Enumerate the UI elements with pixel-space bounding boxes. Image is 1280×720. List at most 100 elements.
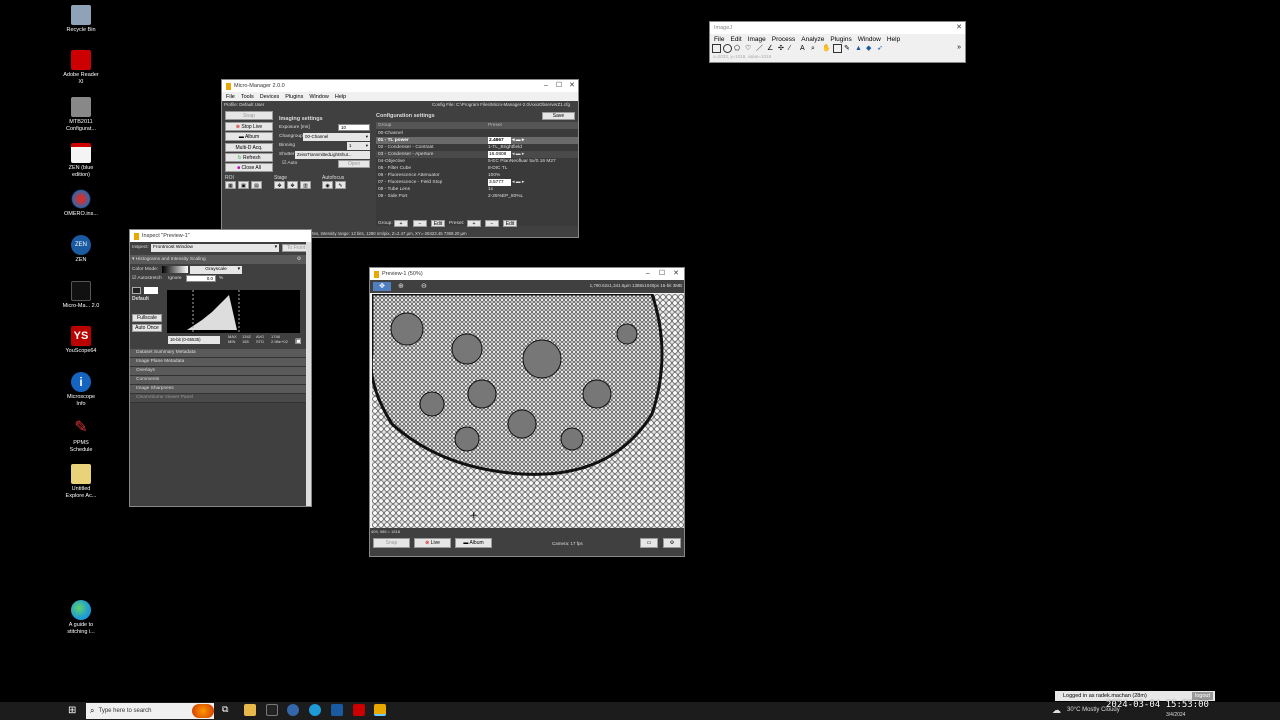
histogram-section-header[interactable]: ▾ Histograms and Intensity Scaling ⚙ — [130, 255, 306, 264]
zoom-in-icon[interactable]: ⊕ — [398, 282, 404, 290]
imagej-menu-file[interactable]: File — [714, 36, 724, 43]
section-image-plane-metadata[interactable]: Image Plane Metadata — [130, 358, 306, 367]
ignore-input[interactable] — [186, 275, 216, 282]
imagej-titlebar[interactable]: ImageJ ✕ — [710, 22, 965, 34]
imagej-menu-plugins[interactable]: Plugins — [830, 36, 851, 43]
config-row[interactable]: 00-Channel — [376, 130, 578, 137]
wand-tool-icon[interactable]: ⁄ — [789, 44, 798, 53]
group-edit-button[interactable]: Edit — [431, 220, 445, 227]
desktop-icon-edge-guide[interactable]: A guide to stitching i... — [62, 600, 100, 635]
bitdepth-select[interactable]: 16-bit (0-65535) — [168, 336, 220, 344]
zoom-out-icon[interactable]: ⊖ — [421, 282, 427, 290]
micromanager-task-icon[interactable] — [266, 704, 278, 716]
roi-set-icon[interactable]: ▦ — [225, 181, 236, 189]
config-row[interactable]: 05 - Filter Cube 8-DIC TL — [376, 165, 578, 172]
zen-task-icon[interactable] — [331, 704, 343, 716]
mm-menu-window[interactable]: Window — [309, 94, 329, 100]
mm-menu-help[interactable]: Help — [335, 94, 346, 100]
close-icon[interactable]: ✕ — [670, 268, 682, 280]
section-comments[interactable]: Comments — [130, 376, 306, 385]
gear-icon[interactable]: ⚙ — [297, 255, 301, 264]
edge-task-icon[interactable] — [309, 704, 321, 716]
preview-album-button[interactable]: ▬ Album — [455, 538, 492, 548]
point-tool-icon[interactable]: ✣ — [778, 44, 787, 53]
flood-fill-icon[interactable]: ◆ — [866, 44, 875, 53]
histogram-plot[interactable] — [167, 290, 300, 333]
text-tool-icon[interactable]: A — [800, 44, 809, 53]
config-row[interactable]: 01 - TL power 2.4667 ◂ ▬ ▸ — [376, 137, 578, 144]
desktop-icon-youscope[interactable]: YS YouScope64 — [62, 326, 100, 355]
desktop-icon-zen-blue[interactable]: ZEN (blue edition) — [62, 143, 100, 178]
maximize-icon[interactable]: ☐ — [656, 268, 668, 280]
imagej-menu-edit[interactable]: Edit — [730, 36, 741, 43]
desktop-icon-ppms[interactable]: ✎ PPMS Schedule — [62, 418, 100, 453]
auto-once-button[interactable]: Auto Once — [132, 324, 162, 332]
imagej-menu-image[interactable]: Image — [748, 36, 766, 43]
config-row[interactable]: 09 - Side Port 2-25%EP_80%L — [376, 193, 578, 200]
autofocus-settings-icon[interactable]: ✎ — [335, 181, 346, 189]
taskbar-search[interactable]: ⌕ Type here to search — [86, 703, 214, 719]
snap-button[interactable]: Snap — [225, 111, 273, 120]
config-row[interactable]: 03 - Condenser - Aperture 16.0808 ◂ ▬ ▸ — [376, 151, 578, 158]
dropper-tool-icon[interactable] — [833, 44, 842, 53]
more-tools-icon[interactable]: » — [957, 44, 961, 51]
stage-xy-icon[interactable]: ✥ — [287, 181, 298, 189]
maximize-icon[interactable]: ☐ — [553, 80, 565, 92]
inspect-select[interactable]: Frontmost Window ▾ — [151, 244, 279, 252]
inspect-titlebar[interactable]: Inspect "Preview-1" — [130, 230, 311, 242]
preview-image[interactable]: + — [372, 294, 684, 528]
config-row[interactable]: 02 - Condenser - Contrast 1-TL_Brightfiel… — [376, 144, 578, 151]
group-add-button[interactable]: + — [394, 220, 408, 227]
fit-to-window-icon[interactable]: ✥ — [373, 282, 391, 291]
file-explorer-icon[interactable] — [244, 704, 256, 716]
desktop-icon-micromanager[interactable]: Micro-Ma... 2.0 — [62, 281, 100, 310]
minimize-icon[interactable]: – — [540, 80, 552, 92]
scrollbar[interactable] — [306, 242, 311, 506]
section-overlays[interactable]: Overlays — [130, 367, 306, 376]
logout-button[interactable]: logout — [1192, 692, 1213, 700]
mm-menu-tools[interactable]: Tools — [241, 94, 254, 100]
preset-remove-button[interactable]: − — [485, 220, 499, 227]
save-image-icon[interactable]: ▭ — [640, 538, 658, 548]
preview-snap-button[interactable]: Snap — [373, 538, 410, 548]
stage-move-icon[interactable]: ✥ — [274, 181, 285, 189]
group-remove-button[interactable]: − — [413, 220, 427, 227]
changroup-select[interactable]: 00-Channel ▾ — [303, 133, 370, 141]
arrow-tool-icon[interactable]: ➶ — [877, 44, 886, 53]
preset-add-button[interactable]: + — [467, 220, 481, 227]
stage-list-icon[interactable]: ▥ — [300, 181, 311, 189]
imagej-menu-help[interactable]: Help — [887, 36, 900, 43]
imagej-menu-window[interactable]: Window — [858, 36, 881, 43]
album-button[interactable]: ▬ Album — [225, 132, 273, 141]
minimize-icon[interactable]: – — [642, 268, 654, 280]
roi-center-icon[interactable]: ▣ — [238, 181, 249, 189]
adobe-task-icon[interactable] — [353, 704, 365, 716]
close-all-button[interactable]: ■ Close All — [225, 163, 273, 172]
section-clearvolume[interactable]: ClearVolume Viewer Panel — [130, 394, 306, 403]
config-row[interactable]: 07 - Fluorescence - Field Stop 3.5777 ◂ ▬ … — [376, 179, 578, 186]
section-dataset-metadata[interactable]: Dataset Summary Metadata — [130, 349, 306, 358]
settings-icon[interactable]: ⚙ — [663, 538, 681, 548]
refresh-button[interactable]: ↻ Refresh — [225, 153, 273, 162]
rectangle-tool-icon[interactable] — [712, 44, 721, 53]
binning-select[interactable]: 1 ▾ — [347, 142, 370, 150]
line-tool-icon[interactable]: ／ — [756, 44, 765, 53]
desktop-icon-recycle-bin[interactable]: Recycle Bin — [62, 5, 100, 34]
channel-toggle[interactable] — [132, 287, 141, 294]
desktop-icon-mtb[interactable]: MTB2011 Configurat... — [62, 97, 100, 132]
autofocus-icon[interactable]: ◉ — [322, 181, 333, 189]
autostretch-checkbox[interactable]: ☑ Autostretch — [132, 276, 162, 281]
windows-start-icon[interactable]: ⊞ — [68, 705, 76, 716]
mm-menu-devices[interactable]: Devices — [260, 94, 280, 100]
brush-tool-icon[interactable]: ▲ — [855, 44, 864, 53]
imagej-menu-analyze[interactable]: Analyze — [801, 36, 824, 43]
desktop-icon-zen[interactable]: ZEN ZEN — [62, 235, 100, 264]
imagej-task-icon[interactable] — [374, 704, 386, 716]
zoom-tool-icon[interactable]: ⌕ — [811, 44, 820, 53]
preview-titlebar[interactable]: Preview-1 (50%) – ☐ ✕ — [370, 268, 684, 280]
config-row[interactable]: 06 - Fluorescence Attenuator 100% — [376, 172, 578, 179]
config-save-button[interactable]: Save — [542, 112, 575, 120]
close-icon[interactable]: ✕ — [566, 80, 578, 92]
task-view-icon[interactable]: ⧉ — [222, 704, 234, 716]
config-row[interactable]: 08 - Tube Lens 1x — [376, 186, 578, 193]
